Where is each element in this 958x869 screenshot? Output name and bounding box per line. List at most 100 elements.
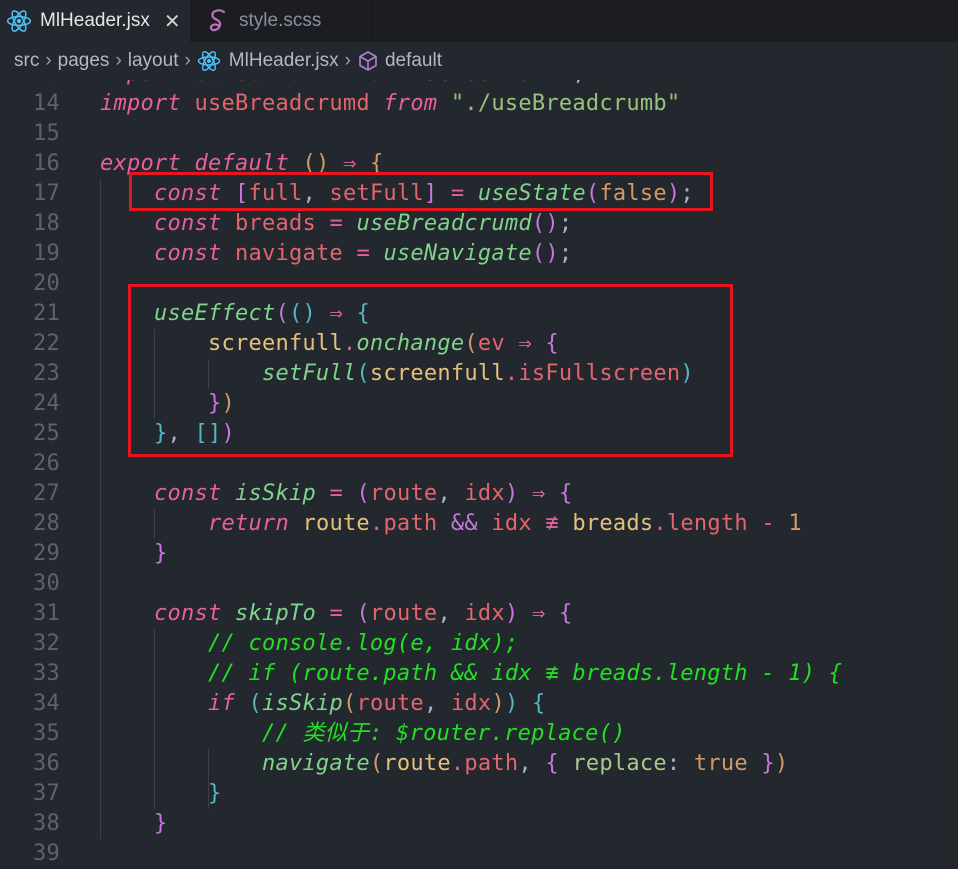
line-number: 14 <box>33 91 60 116</box>
chevron-right-icon: › <box>45 50 52 71</box>
line-number: 23 <box>33 361 60 386</box>
code-line[interactable]: 15 <box>0 119 958 149</box>
code-token: useBreadcrumd <box>356 211 532 236</box>
code-token: from <box>383 91 438 116</box>
code-token: path <box>464 751 519 776</box>
code-line[interactable]: 36 navigate(route.path, { replace: true … <box>0 749 958 779</box>
code-token: ) <box>504 601 519 626</box>
code-token: import <box>100 91 181 116</box>
code-token: ( <box>248 691 262 716</box>
line-number: 39 <box>33 841 60 866</box>
highlight-box-useeffect <box>128 284 733 457</box>
line-source: } <box>100 539 167 569</box>
line-number: 29 <box>33 541 60 566</box>
line-source: // 类似于: $router.replace() <box>100 719 626 749</box>
code-token: route <box>302 511 370 536</box>
code-token: . <box>653 511 667 536</box>
code-token: . <box>450 751 465 776</box>
code-line[interactable]: 18 const breads = useBreadcrumd(); <box>0 209 958 239</box>
code-token: return <box>207 511 289 536</box>
line-source: } <box>100 779 221 809</box>
breadcrumb-item[interactable]: default <box>385 50 442 72</box>
code-line[interactable]: 34 if (isSkip(route, idx)) { <box>0 689 958 719</box>
code-line[interactable]: 14 import useBreadcrumd from "./useBreadc… <box>0 89 958 119</box>
code-token: skipTo <box>234 601 316 626</box>
breadcrumb-item[interactable]: src <box>14 50 39 72</box>
breadcrumb: src › pages › layout › MlHeader.jsx › de… <box>0 42 958 80</box>
code-token: ⇒ <box>531 481 546 506</box>
code-line[interactable]: 19 const navigate = useNavigate(); <box>0 239 958 269</box>
code-token: , <box>423 691 451 716</box>
code-token: - <box>761 511 775 536</box>
code-line[interactable]: 38 } <box>0 809 958 839</box>
code-token: idx <box>464 481 505 506</box>
code-token: replace <box>572 751 667 776</box>
code-token: if <box>207 691 235 716</box>
code-token: ) <box>491 691 505 716</box>
indent-guide <box>154 509 155 539</box>
code-token: breads <box>572 511 654 536</box>
code-token: ) <box>504 481 519 506</box>
line-number: 30 <box>33 571 60 596</box>
line-number: 19 <box>33 241 60 266</box>
chevron-right-icon: › <box>344 50 351 71</box>
code-line[interactable]: 35 // 类似于: $router.replace() <box>0 719 958 749</box>
code-token: useBreadcrumd <box>194 91 370 116</box>
line-number: 27 <box>33 481 60 506</box>
code-token: const <box>153 601 222 626</box>
breadcrumb-item[interactable]: layout <box>128 50 179 72</box>
code-token: 1 <box>788 511 802 536</box>
breadcrumb-item[interactable]: MlHeader.jsx <box>229 50 339 72</box>
code-token: navigate <box>234 241 343 266</box>
code-line[interactable]: 37 } <box>0 779 958 809</box>
code-token: () <box>531 241 559 266</box>
line-source: return route.path && idx ≢ breads.length… <box>100 509 802 539</box>
code-token: route <box>383 751 451 776</box>
line-number: 20 <box>33 271 60 296</box>
code-token: { <box>558 601 573 626</box>
code-token: ) <box>774 751 789 776</box>
code-comment: // 类似于: $router.replace() <box>261 721 626 746</box>
code-line[interactable]: 28 return route.path && idx ≢ breads.len… <box>0 509 958 539</box>
line-number: 22 <box>33 331 60 356</box>
line-source: import useBreadcrumd from "./useBreadcru… <box>100 89 680 119</box>
line-source: } <box>100 809 167 839</box>
code-token: route <box>356 691 424 716</box>
code-token: idx <box>450 691 492 716</box>
code-line[interactable]: 29 } <box>0 539 958 569</box>
code-line[interactable]: 31 const skipTo = (route, idx) ⇒ { <box>0 599 958 629</box>
code-line[interactable]: 30 <box>0 569 958 599</box>
code-token: () <box>531 211 559 236</box>
line-source: const breads = useBreadcrumd(); <box>100 209 572 239</box>
code-token: { <box>531 691 546 716</box>
breadcrumb-item[interactable]: pages <box>58 50 110 72</box>
code-token: ( <box>356 601 370 626</box>
code-token: useNavigate <box>383 241 532 266</box>
line-number: 16 <box>33 151 60 176</box>
line-number: 36 <box>33 751 60 776</box>
code-token: } <box>207 781 222 806</box>
line-number: 24 <box>33 391 60 416</box>
code-token: ( <box>369 751 384 776</box>
code-line[interactable]: 39 <box>0 839 958 869</box>
code-line[interactable]: 27 const isSkip = (route, idx) ⇒ { <box>0 479 958 509</box>
code-line[interactable]: 32 // console.log(e, idx); <box>0 629 958 659</box>
code-line[interactable]: 33 // if (route.path && idx ≢ breads.len… <box>0 659 958 689</box>
code-token: , <box>437 601 465 626</box>
code-token: = <box>329 601 343 626</box>
